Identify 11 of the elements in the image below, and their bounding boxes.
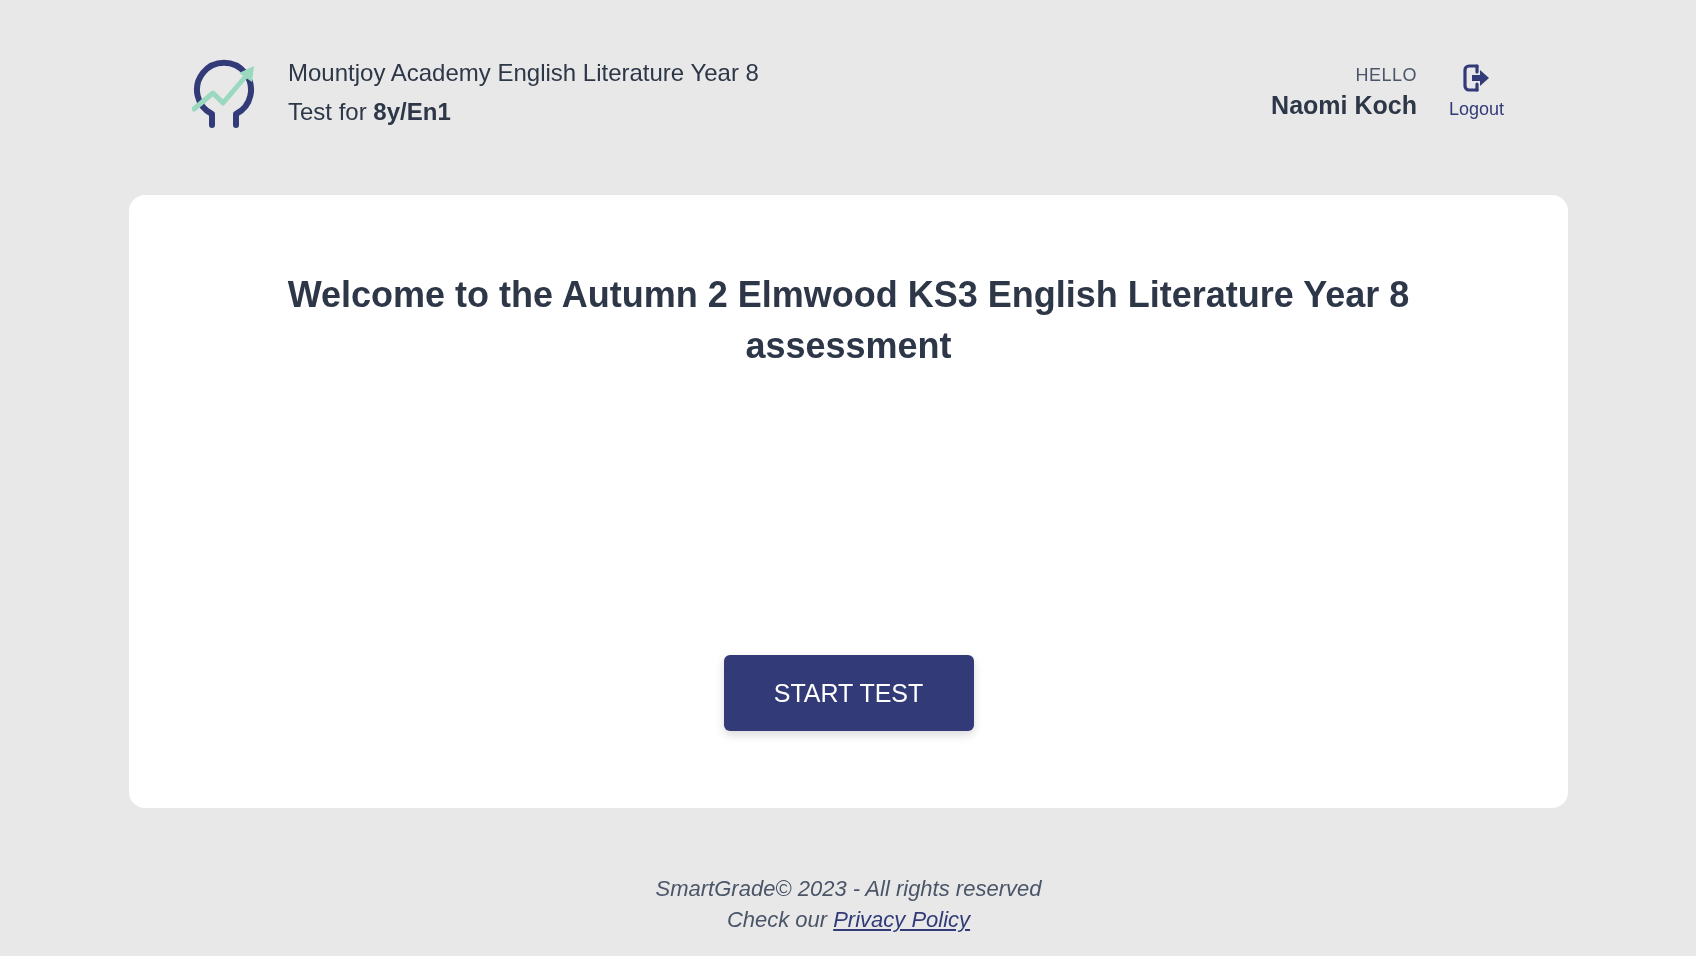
start-test-button[interactable]: START TEST: [723, 655, 974, 731]
logout-icon: [1463, 64, 1490, 92]
school-course-title: Mountjoy Academy English Literature Year 8: [288, 58, 759, 88]
privacy-policy-link[interactable]: Privacy Policy: [833, 904, 971, 935]
welcome-heading: Welcome to the Autumn 2 Elmwood KS3 English Literature Year 8 assessment: [286, 273, 1411, 368]
test-group-label: Test for 8y/En1: [288, 97, 452, 127]
user-name: Naomi Koch: [1271, 90, 1417, 120]
privacy-note-text: Check our: [726, 906, 828, 934]
logout-button[interactable]: Logout: [1448, 64, 1504, 120]
greeting-label: HELLO: [1355, 64, 1417, 86]
copyright-text: SmartGrade© 2023 - All rights reserved: [655, 875, 1042, 903]
